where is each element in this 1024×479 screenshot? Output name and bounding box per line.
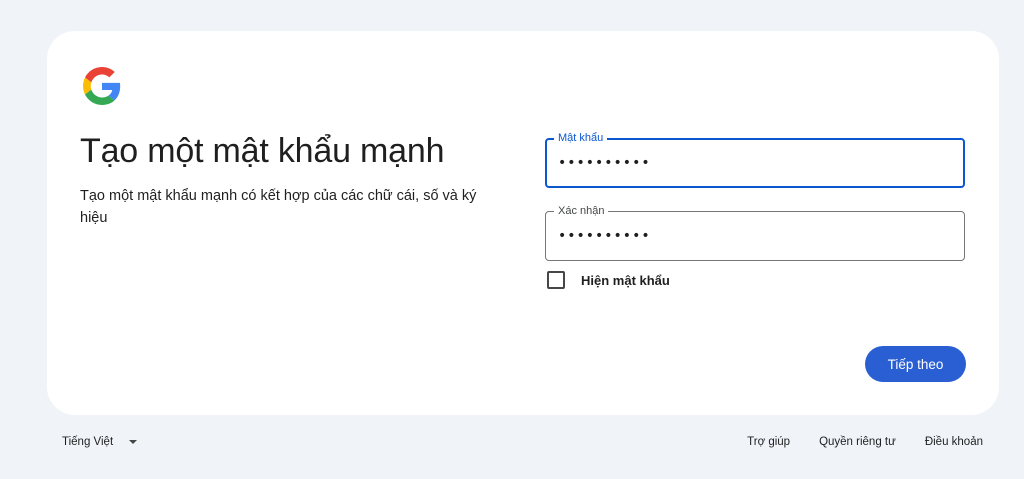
help-link[interactable]: Trợ giúp [747, 436, 790, 448]
show-password-checkbox[interactable] [547, 271, 565, 289]
show-password-label[interactable]: Hiện mật khẩu [581, 273, 670, 288]
terms-link[interactable]: Điều khoản [925, 436, 983, 448]
caret-down-icon[interactable] [129, 440, 138, 444]
language-selector[interactable]: Tiếng Việt [62, 436, 138, 448]
confirm-password-field[interactable]: Xác nhận [545, 204, 965, 261]
next-button[interactable]: Tiếp theo [865, 346, 966, 382]
show-password-row[interactable]: Hiện mật khẩu [547, 271, 670, 289]
signup-card: Tạo một mật khẩu mạnh Tạo một mật khẩu m… [47, 31, 999, 415]
confirm-password-input[interactable] [558, 212, 938, 260]
password-input[interactable] [558, 140, 938, 186]
privacy-link[interactable]: Quyền riêng tư [819, 436, 896, 448]
language-label[interactable]: Tiếng Việt [62, 436, 113, 448]
page-subtitle: Tạo một mật khẩu mạnh có kết hợp của các… [80, 188, 477, 226]
footer: Tiếng Việt Trợ giúp Quyền riêng tư Điều … [0, 436, 1024, 454]
password-field[interactable]: Mật khẩu [545, 131, 965, 188]
footer-links: Trợ giúp Quyền riêng tư Điều khoản [718, 436, 983, 448]
page-title: Tạo một mật khẩu mạnh [80, 132, 445, 170]
google-logo-icon [83, 67, 121, 105]
